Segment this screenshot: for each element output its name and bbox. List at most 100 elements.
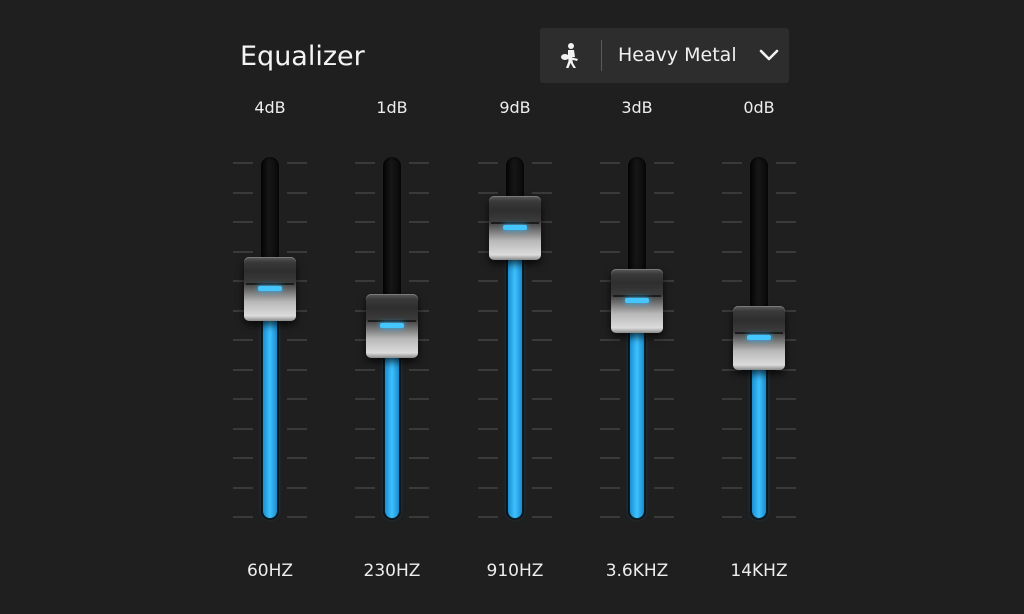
tick-mark bbox=[233, 427, 253, 430]
tick-mark bbox=[600, 516, 620, 518]
tick-mark bbox=[409, 368, 429, 371]
band-3-6khz: 3dB 3.6KHZ bbox=[572, 0, 702, 614]
tick-mark bbox=[409, 516, 429, 518]
tick-mark bbox=[233, 162, 253, 164]
tick-mark bbox=[532, 398, 552, 400]
tick-mark bbox=[233, 191, 253, 194]
tick-mark bbox=[478, 309, 498, 312]
tick-mark bbox=[233, 250, 253, 253]
tick-mark bbox=[654, 368, 674, 371]
tick-mark bbox=[355, 191, 375, 194]
tick-mark bbox=[600, 221, 620, 223]
tick-mark bbox=[532, 457, 552, 459]
slider-fill bbox=[385, 351, 399, 518]
tick-mark bbox=[722, 516, 742, 518]
tick-mark bbox=[600, 250, 620, 253]
tick-mark bbox=[654, 162, 674, 164]
tick-mark bbox=[776, 250, 796, 253]
tick-mark bbox=[355, 427, 375, 430]
tick-mark bbox=[233, 368, 253, 371]
tick-mark bbox=[287, 457, 307, 459]
tick-mark bbox=[478, 427, 498, 430]
tick-mark bbox=[287, 368, 307, 371]
tick-mark bbox=[287, 427, 307, 430]
slider-fill bbox=[263, 315, 277, 518]
tick-mark bbox=[776, 457, 796, 459]
tick-mark bbox=[600, 457, 620, 459]
tick-mark bbox=[654, 339, 674, 341]
tick-mark bbox=[532, 516, 552, 518]
tick-mark bbox=[355, 162, 375, 164]
tick-mark bbox=[532, 486, 552, 489]
tick-mark bbox=[409, 162, 429, 164]
slider-handle[interactable] bbox=[611, 269, 663, 334]
tick-mark bbox=[409, 280, 429, 282]
tick-mark bbox=[478, 486, 498, 489]
tick-mark bbox=[776, 398, 796, 400]
tick-mark bbox=[478, 162, 498, 164]
band-14khz: 0dB 14KHZ bbox=[694, 0, 824, 614]
tick-mark bbox=[478, 191, 498, 194]
tick-mark bbox=[409, 221, 429, 223]
slider-fill bbox=[630, 327, 644, 518]
tick-mark bbox=[600, 162, 620, 164]
tick-mark bbox=[532, 280, 552, 282]
band-60hz: 4dB 60HZ bbox=[205, 0, 335, 614]
tick-mark bbox=[600, 191, 620, 194]
tick-mark bbox=[654, 457, 674, 459]
tick-mark bbox=[478, 368, 498, 371]
tick-mark bbox=[233, 486, 253, 489]
tick-mark bbox=[532, 339, 552, 341]
tick-mark bbox=[355, 250, 375, 253]
tick-mark bbox=[409, 486, 429, 489]
slider-fill bbox=[508, 254, 522, 518]
frequency-label: 14KHZ bbox=[730, 561, 788, 581]
tick-mark bbox=[776, 486, 796, 489]
tick-mark bbox=[776, 280, 796, 282]
frequency-label: 3.6KHZ bbox=[605, 561, 669, 581]
tick-mark bbox=[233, 457, 253, 459]
slider-handle[interactable] bbox=[366, 293, 418, 358]
tick-mark bbox=[776, 162, 796, 164]
tick-mark bbox=[776, 191, 796, 194]
frequency-label: 230HZ bbox=[363, 561, 421, 581]
tick-mark bbox=[600, 339, 620, 341]
tick-mark bbox=[233, 339, 253, 341]
tick-mark bbox=[654, 191, 674, 194]
tick-mark bbox=[776, 221, 796, 223]
tick-mark bbox=[654, 516, 674, 518]
tick-mark bbox=[409, 191, 429, 194]
tick-mark bbox=[776, 427, 796, 430]
slider-handle[interactable] bbox=[244, 257, 296, 322]
slider-handle[interactable] bbox=[489, 196, 541, 260]
tick-mark bbox=[532, 191, 552, 194]
tick-mark bbox=[654, 221, 674, 223]
tick-mark bbox=[409, 398, 429, 400]
tick-mark bbox=[532, 368, 552, 371]
tick-mark bbox=[355, 516, 375, 518]
tick-mark bbox=[654, 398, 674, 400]
tick-mark bbox=[532, 162, 552, 164]
tick-mark bbox=[478, 398, 498, 400]
tick-mark bbox=[287, 516, 307, 518]
tick-mark bbox=[600, 398, 620, 400]
slider-fill bbox=[752, 364, 766, 518]
tick-mark bbox=[409, 427, 429, 430]
handle-indicator bbox=[380, 322, 404, 328]
handle-indicator bbox=[258, 286, 282, 292]
tick-mark bbox=[532, 309, 552, 312]
frequency-label: 910HZ bbox=[486, 561, 544, 581]
tick-mark bbox=[287, 398, 307, 400]
tick-mark bbox=[287, 339, 307, 341]
tick-mark bbox=[287, 486, 307, 489]
tick-mark bbox=[600, 486, 620, 489]
tick-mark bbox=[478, 516, 498, 518]
handle-indicator bbox=[625, 298, 649, 304]
tick-mark bbox=[233, 516, 253, 518]
tick-mark bbox=[287, 162, 307, 164]
slider-handle[interactable] bbox=[733, 306, 785, 370]
tick-mark bbox=[287, 191, 307, 194]
tick-mark bbox=[722, 162, 742, 164]
tick-mark bbox=[355, 486, 375, 489]
tick-mark bbox=[409, 250, 429, 253]
